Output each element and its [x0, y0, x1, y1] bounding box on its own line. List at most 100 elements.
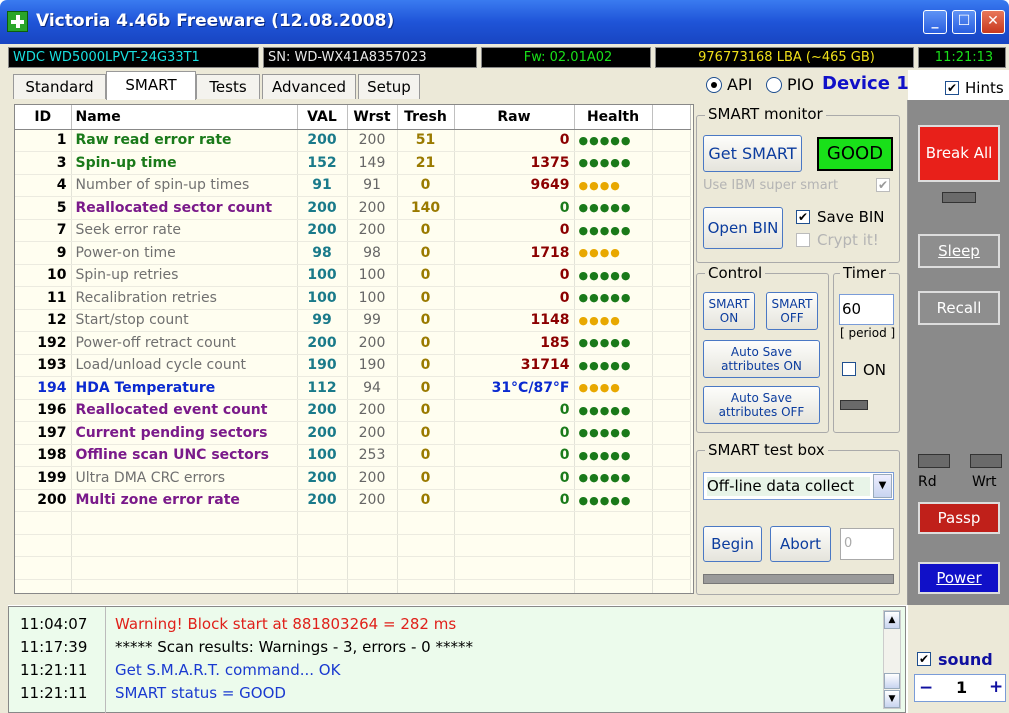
table-row[interactable]: 200 Multi zone error rate 200 200 0 0 ●●●●●	[15, 489, 691, 512]
test-progress-input[interactable]: 0	[840, 528, 894, 560]
pio-radio[interactable]	[766, 77, 782, 93]
test-type-select[interactable]: Off-line data collect ▼	[703, 472, 894, 500]
table-row[interactable]: 193 Load/unload cycle count 190 190 0 31714 ●●…	[15, 354, 691, 377]
attr-val: 200	[297, 489, 348, 512]
crypt-checkbox[interactable]	[796, 233, 810, 247]
hints-checkbox[interactable]: ✔	[945, 81, 959, 95]
empty-cell	[347, 511, 398, 535]
break-all-button[interactable]: Break All	[918, 125, 1000, 182]
api-radio[interactable]	[706, 77, 722, 93]
attr-tresh: 0	[397, 241, 455, 265]
col-wrst[interactable]: Wrst	[347, 105, 398, 130]
log-entry: 11:04:07 Warning! Block start at 88180326…	[9, 613, 869, 635]
table-row[interactable]: 196 Reallocated event count 200 200 0 0 ●●●●●	[15, 399, 691, 422]
col-id[interactable]: ID	[15, 105, 72, 130]
table-row[interactable]: 12 Start/stop count 99 99 0 1148 ●●●●	[15, 309, 691, 332]
pio-label: PIO	[787, 75, 814, 94]
timer-period-label: [ period ]	[840, 326, 896, 340]
timer-led	[840, 400, 868, 410]
maximize-icon[interactable]: ☐	[952, 10, 976, 34]
row-spacer	[652, 309, 691, 332]
table-row[interactable]: 199 Ultra DMA CRC errors 200 200 0 0 ●●●●●	[15, 466, 691, 490]
attr-name: Power-off retract count	[71, 331, 298, 355]
passp-button[interactable]: Passp	[918, 502, 1000, 534]
attr-tresh: 0	[397, 444, 455, 467]
smart-attributes-table[interactable]: ID Name VAL Wrst Tresh Raw Health 1 Raw r…	[14, 104, 694, 594]
plus-icon[interactable]: +	[989, 677, 1003, 697]
table-row[interactable]: 4 Number of spin-up times 91 91 0 9649 ●●●●	[15, 174, 691, 197]
test-progress-bar	[703, 574, 894, 584]
table-row[interactable]: 192 Power-off retract count 200 200 0 185 ●●●●…	[15, 331, 691, 355]
table-row[interactable]: 9 Power-on time 98 98 0 1718 ●●●●	[15, 241, 691, 265]
attr-wrst: 253	[347, 444, 398, 467]
scroll-up-icon[interactable]: ▲	[884, 611, 900, 629]
col-name[interactable]: Name	[71, 105, 298, 130]
table-row[interactable]: 10 Spin-up retries 100 100 0 0 ●●●●●	[15, 264, 691, 287]
event-log[interactable]: 11:04:07 Warning! Block start at 88180326…	[8, 606, 906, 713]
timer-period-input[interactable]: 60	[839, 294, 894, 325]
empty-cell	[397, 556, 455, 580]
recall-button[interactable]: Recall	[918, 291, 1000, 325]
empty-cell	[15, 579, 72, 593]
attr-id: 194	[15, 376, 72, 400]
table-row[interactable]: 11 Recalibration retries 100 100 0 0 ●●●●●	[15, 286, 691, 310]
log-entry: 11:21:11 Get S.M.A.R.T. command... OK	[9, 659, 869, 681]
table-row[interactable]: 1 Raw read error rate 200 200 51 0 ●●●●●	[15, 129, 691, 152]
attr-val: 200	[297, 196, 348, 220]
attr-health: ●●●●●	[574, 286, 653, 310]
timer-on-checkbox[interactable]	[842, 362, 856, 376]
table-row[interactable]: 197 Current pending sectors 200 200 0 0 ●●●●●	[15, 421, 691, 445]
log-scrollbar[interactable]: ▲ ▼	[883, 610, 901, 709]
minus-icon[interactable]: −	[919, 678, 933, 698]
attr-id: 193	[15, 354, 72, 377]
empty-cell	[397, 511, 455, 535]
minimize-icon[interactable]: _	[923, 10, 947, 34]
chevron-down-icon[interactable]: ▼	[873, 474, 892, 498]
col-val[interactable]: VAL	[297, 105, 348, 130]
device-selector[interactable]: Device 1	[822, 73, 909, 94]
abort-button[interactable]: Abort	[770, 526, 831, 562]
tab-setup[interactable]: Setup	[358, 74, 420, 99]
tab-smart[interactable]: SMART	[106, 71, 196, 100]
col-raw[interactable]: Raw	[454, 105, 575, 130]
table-row[interactable]: 198 Offline scan UNC sectors 100 253 0 0 ●●●●●	[15, 444, 691, 467]
tab-standard[interactable]: Standard	[13, 74, 106, 99]
empty-cell	[454, 534, 575, 557]
smart-off-button[interactable]: SMART OFF	[766, 292, 818, 330]
tab-tests[interactable]: Tests	[196, 74, 260, 99]
empty-cell	[454, 579, 575, 593]
save-bin-checkbox[interactable]: ✔	[796, 210, 810, 224]
attr-id: 3	[15, 151, 72, 175]
autosave-on-button[interactable]: Auto Save attributes ON	[703, 340, 820, 378]
attr-name: Power-on time	[71, 241, 298, 265]
scroll-thumb[interactable]	[884, 673, 900, 689]
sleep-button[interactable]: Sleep	[918, 234, 1000, 268]
empty-cell	[454, 511, 575, 535]
table-row[interactable]: 3 Spin-up time 152 149 21 1375 ●●●●●	[15, 151, 691, 175]
get-smart-button[interactable]: Get SMART	[703, 135, 802, 172]
sound-volume-stepper[interactable]: − 1 +	[914, 674, 1006, 702]
smart-on-button[interactable]: SMART ON	[703, 292, 755, 330]
col-tresh[interactable]: Tresh	[397, 105, 455, 130]
sound-checkbox[interactable]: ✔	[917, 652, 931, 666]
autosave-off-button[interactable]: Auto Save attributes OFF	[703, 386, 820, 424]
table-row[interactable]: 7 Seek error rate 200 200 0 0 ●●●●●	[15, 219, 691, 242]
col-health[interactable]: Health	[574, 105, 653, 130]
open-bin-button[interactable]: Open BIN	[703, 207, 783, 249]
tab-advanced[interactable]: Advanced	[262, 74, 356, 99]
left-border	[0, 70, 8, 713]
table-row[interactable]: 194 HDA Temperature 112 94 0 31°C/87°F ●●●●	[15, 376, 691, 400]
close-icon[interactable]: ✕	[981, 10, 1005, 34]
rd-label: Rd	[918, 474, 937, 490]
begin-button[interactable]: Begin	[703, 526, 762, 562]
table-row[interactable]: 5 Reallocated sector count 200 200 140 0 ●●●●●	[15, 196, 691, 220]
attr-raw: 1148	[454, 309, 575, 332]
row-spacer	[652, 219, 691, 242]
scroll-down-icon[interactable]: ▼	[884, 690, 900, 708]
attr-id: 12	[15, 309, 72, 332]
attr-health: ●●●●●	[574, 331, 653, 355]
row-spacer	[652, 196, 691, 220]
ibm-super-smart-checkbox[interactable]: ✔	[876, 178, 890, 192]
attr-name: Multi zone error rate	[71, 489, 298, 512]
power-button[interactable]: Power	[918, 562, 1000, 594]
